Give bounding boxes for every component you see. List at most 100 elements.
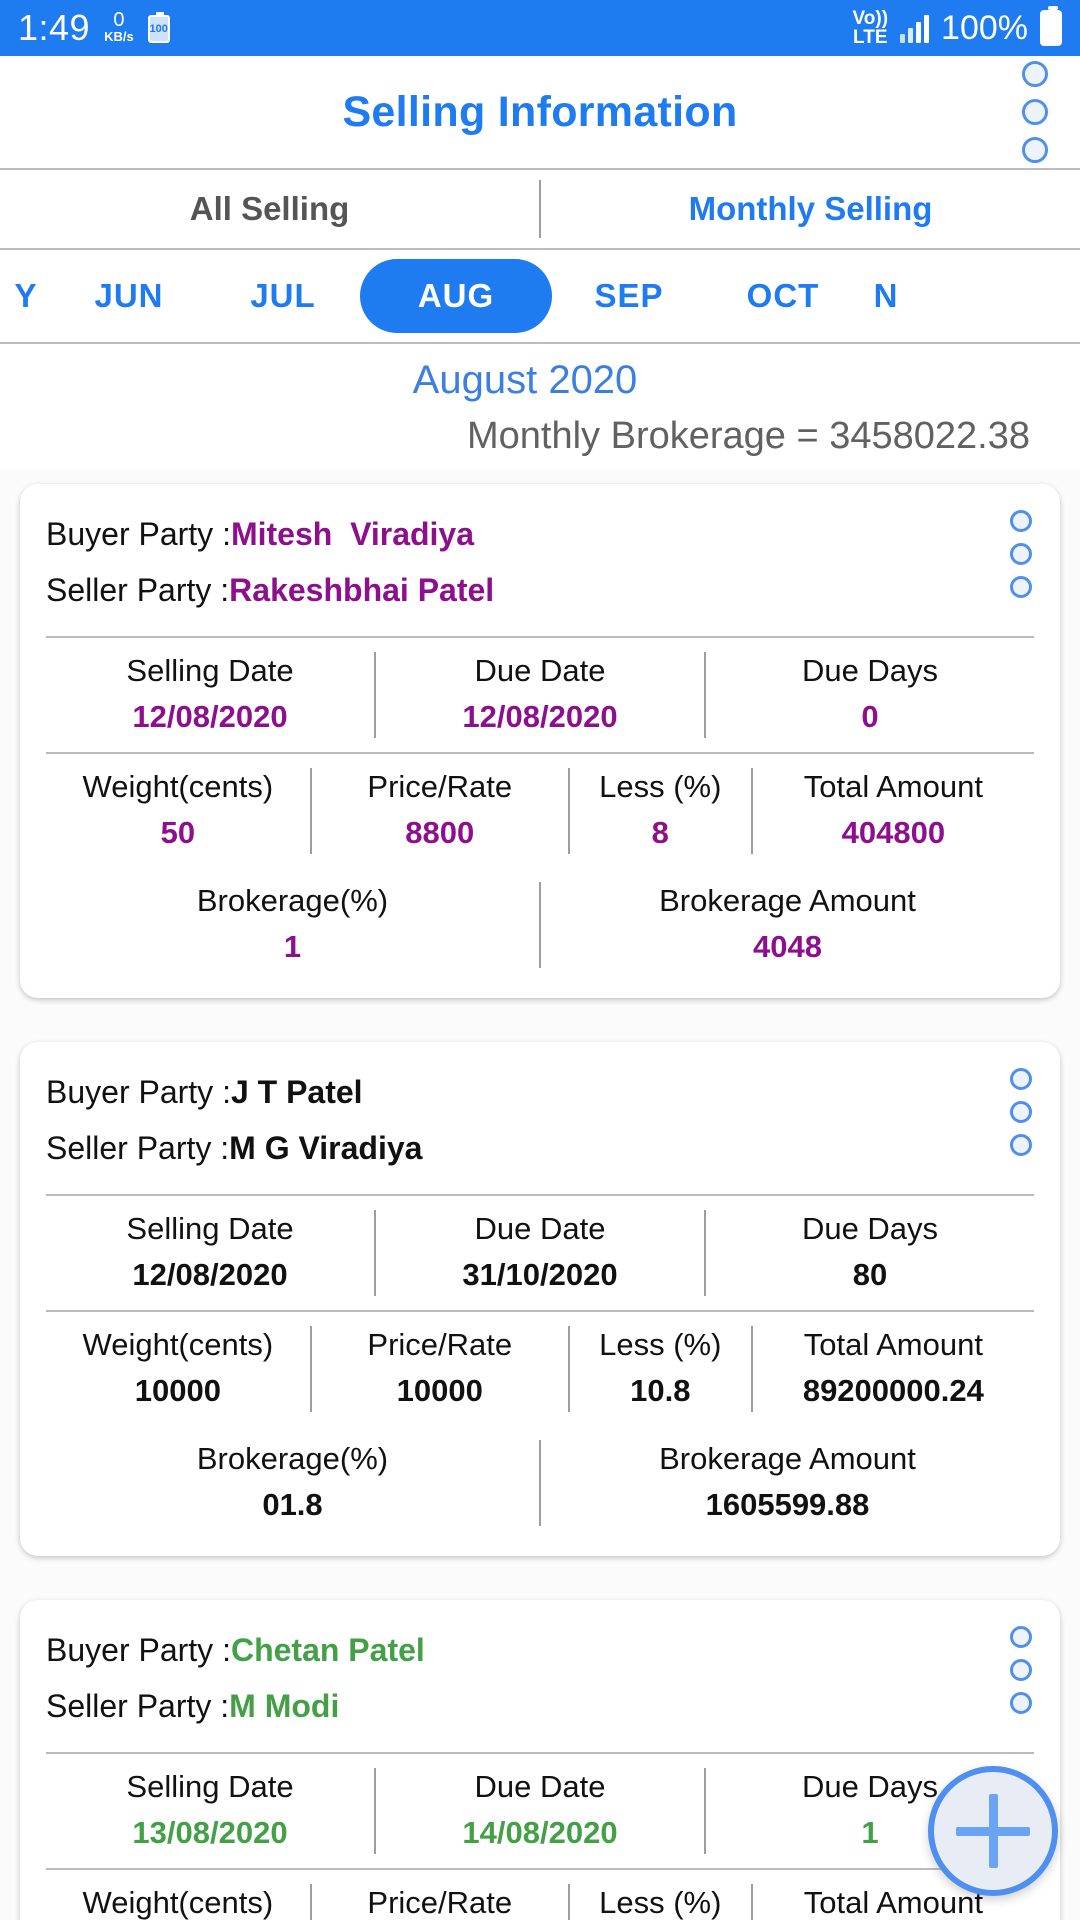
brokerage-amount-label: Brokerage Amount [659,1441,916,1476]
due-date-label: Due Date [474,1769,606,1804]
brokerage-pct-cell: Brokerage(%) 01.8 [46,1432,539,1534]
brokerage-pct-label: Brokerage(%) [196,883,389,918]
month-tab-aug[interactable]: AUG [360,259,552,333]
seller-party-row: Seller Party :M G Viradiya [46,1120,970,1176]
overflow-dot [1022,99,1048,125]
brokerage-amount-cell: Brokerage Amount 4048 [541,874,1034,976]
brokerage-pct-label: Brokerage(%) [196,1441,389,1476]
card-header: Buyer Party :J T Patel Seller Party :M G… [20,1042,1060,1194]
seller-party-value: M Modi [229,1688,340,1724]
due-days-value: 0 [861,699,879,734]
overflow-dot [1010,1101,1032,1123]
card-amounts-row: Weight(cents) 10000 Price/Rate 10000 Les… [20,1312,1060,1426]
card-overflow-menu-icon[interactable] [1010,1626,1032,1714]
monthly-brokerage-total: Monthly Brokerage = 3458022.38 [466,415,1030,457]
month-tab-may[interactable]: Y [0,261,52,331]
battery-saver-icon: 100 [147,12,170,43]
overflow-dot [1010,1626,1032,1648]
brokerage-pct-cell: Brokerage(%) 1 [46,874,539,976]
seller-party-value: M G Viradiya [229,1130,423,1166]
month-tab-sep[interactable]: SEP [552,261,706,331]
price-rate-value: 8800 [405,815,475,850]
buyer-party-row: Buyer Party :J T Patel [46,1064,970,1120]
selling-date-label: Selling Date [126,1211,294,1246]
seller-party-value: Rakeshbhai Patel [229,572,495,608]
buyer-party-row: Buyer Party :Chetan Patel [46,1622,970,1678]
selling-card[interactable]: Buyer Party :Chetan Patel Seller Party :… [20,1600,1060,1920]
total-amount-label: Total Amount [803,769,983,804]
selling-date-cell: Selling Date 12/08/2020 [46,1202,374,1304]
card-dates-row: Selling Date 12/08/2020 Due Date 12/08/2… [20,638,1060,752]
buyer-party-value: J T Patel [230,1074,363,1110]
selling-date-value: 12/08/2020 [132,699,288,734]
selling-card[interactable]: Buyer Party :J T Patel Seller Party :M G… [20,1042,1060,1556]
brokerage-amount-value: 1605599.88 [705,1487,870,1522]
price-rate-cell: Price/Rate 809 [312,1876,568,1920]
overflow-dot [1010,1659,1032,1681]
less-cell: Less (%) 8 [570,760,751,862]
overflow-dot [1010,510,1032,532]
brokerage-amount-cell: Brokerage Amount 1605599.88 [541,1432,1034,1534]
card-amounts-row: Weight(cents) 50 Price/Rate 8800 Less (%… [20,754,1060,868]
app-root: 1:49 0 KB/s 100 Vo)) LTE 100% Selling In… [0,0,1080,1920]
card-brokerage-row: Brokerage(%) 01.8 Brokerage Amount 16055… [20,1426,1060,1540]
battery-icon [1040,6,1062,46]
card-header: Buyer Party :Mitesh Viradiya Seller Part… [20,484,1060,636]
price-rate-label: Price/Rate [367,1327,513,1362]
card-amounts-row: Weight(cents) 147690 Price/Rate 809 Less… [20,1870,1060,1920]
month-selector[interactable]: Y JUN JUL AUG SEP OCT N [0,250,1080,344]
month-tab-jul[interactable]: JUL [206,261,360,331]
weight-value: 50 [160,815,196,850]
status-bar-left: 1:49 0 KB/s 100 [18,9,170,47]
due-days-cell: Due Days 0 [706,644,1034,746]
selling-card[interactable]: Buyer Party :Mitesh Viradiya Seller Part… [20,484,1060,998]
overflow-dot [1010,1134,1032,1156]
card-overflow-menu-icon[interactable] [1010,510,1032,598]
less-cell: Less (%) 09 [570,1876,751,1920]
less-label: Less (%) [599,1885,722,1920]
card-dates-row: Selling Date 12/08/2020 Due Date 31/10/2… [20,1196,1060,1310]
volte-icon: Vo)) LTE [853,8,889,47]
buyer-party-label: Buyer Party : [46,516,231,552]
month-title: August 2020 [412,358,638,402]
less-label: Less (%) [599,1327,722,1362]
status-bar: 1:49 0 KB/s 100 Vo)) LTE 100% [0,0,1080,56]
tab-all-selling[interactable]: All Selling [0,170,539,248]
seller-party-row: Seller Party :M Modi [46,1678,970,1734]
less-label: Less (%) [599,769,722,804]
page-title: Selling Information [342,87,738,136]
due-days-value: 80 [852,1257,888,1292]
selling-date-cell: Selling Date 12/08/2020 [46,644,374,746]
price-rate-cell: Price/Rate 8800 [312,760,568,862]
app-bar: Selling Information [0,56,1080,170]
selling-date-value: 13/08/2020 [132,1815,288,1850]
plus-icon [956,1794,1030,1868]
weight-label: Weight(cents) [82,1885,274,1920]
main-tab-bar: All Selling Monthly Selling [0,170,1080,250]
card-dates-row: Selling Date 13/08/2020 Due Date 14/08/2… [20,1754,1060,1868]
weight-cell: Weight(cents) 147690 [46,1876,310,1920]
card-overflow-menu-icon[interactable] [1010,1068,1032,1156]
buyer-party-value: Mitesh Viradiya [230,516,475,552]
total-amount-cell: Total Amount 404800 [753,760,1034,862]
overflow-dot [1010,576,1032,598]
due-date-label: Due Date [474,1211,606,1246]
overflow-menu-icon[interactable] [1022,61,1048,163]
selling-date-label: Selling Date [126,1769,294,1804]
add-selling-fab[interactable] [928,1766,1058,1896]
network-speed-value: 0 [113,9,125,31]
due-date-value: 31/10/2020 [462,1257,618,1292]
month-tab-jun[interactable]: JUN [52,261,206,331]
tab-monthly-selling[interactable]: Monthly Selling [541,170,1080,248]
overflow-dot [1010,543,1032,565]
weight-label: Weight(cents) [82,1327,274,1362]
buyer-party-row: Buyer Party :Mitesh Viradiya [46,506,970,562]
brokerage-pct-value: 01.8 [262,1487,323,1522]
overflow-dot [1010,1068,1032,1090]
month-tab-oct[interactable]: OCT [706,261,860,331]
selling-date-value: 12/08/2020 [132,1257,288,1292]
seller-party-label: Seller Party : [46,1688,230,1724]
less-value: 10.8 [630,1373,691,1408]
month-tab-nov[interactable]: N [860,261,912,331]
less-value: 8 [651,815,669,850]
